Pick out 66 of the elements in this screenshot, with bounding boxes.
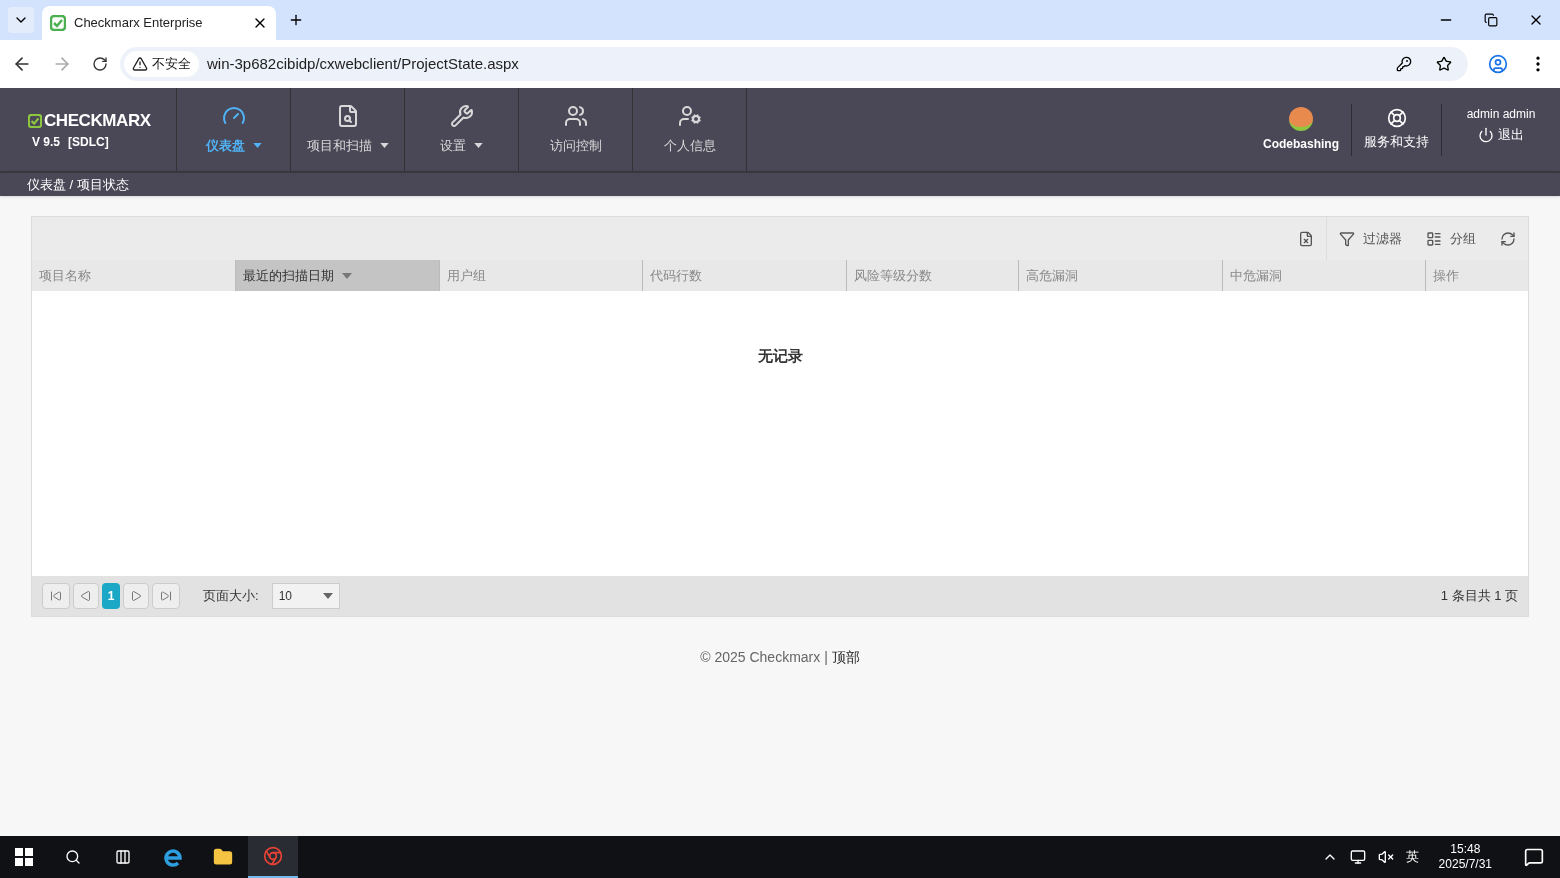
checkmark-favicon bbox=[50, 15, 66, 31]
tab-title: Checkmarx Enterprise bbox=[74, 14, 204, 33]
clock[interactable]: 15:48 2025/7/31 bbox=[1430, 842, 1500, 872]
sort-arrow-icon bbox=[342, 272, 352, 279]
logout-link[interactable]: 退出 bbox=[1478, 125, 1524, 145]
input-method-indicator[interactable]: 英 bbox=[1405, 847, 1419, 867]
page-size-label: 页面大小: bbox=[203, 587, 259, 606]
lifebuoy-icon bbox=[1386, 107, 1407, 128]
folder-icon bbox=[213, 847, 233, 867]
document-x-icon bbox=[1298, 230, 1314, 247]
browser-tab[interactable]: Checkmarx Enterprise bbox=[42, 6, 276, 40]
next-page-button[interactable] bbox=[123, 583, 149, 609]
new-tab-icon[interactable] bbox=[288, 12, 304, 28]
windows-logo-icon bbox=[15, 848, 33, 866]
refresh-icon bbox=[1500, 230, 1516, 247]
time-text: 15:48 bbox=[1450, 842, 1481, 857]
user-gear-icon bbox=[677, 103, 702, 128]
group-button[interactable]: 分组 bbox=[1414, 228, 1488, 249]
url-text: win-3p682cibidp/cxwebclient/ProjectState.aspx bbox=[207, 53, 520, 74]
previous-page-button[interactable] bbox=[73, 583, 99, 609]
address-bar[interactable]: 不安全 win-3p682cibidp/cxwebclient/ProjectState.aspx bbox=[120, 47, 1468, 81]
task-view-icon bbox=[115, 849, 131, 865]
reload-icon[interactable] bbox=[92, 56, 108, 72]
chrome-icon bbox=[263, 846, 283, 866]
power-icon bbox=[1478, 126, 1494, 143]
breadcrumb: 仪表盘 / 项目状态 bbox=[27, 175, 129, 194]
search-icon bbox=[65, 849, 81, 865]
caret-icon bbox=[322, 593, 333, 599]
star-icon[interactable] bbox=[1436, 56, 1452, 72]
page-size-dropdown[interactable]: 10 bbox=[271, 583, 340, 609]
notification-icon[interactable] bbox=[1524, 847, 1544, 867]
first-page-icon bbox=[50, 590, 62, 602]
muted-speaker-icon[interactable] bbox=[1377, 849, 1394, 865]
top-link[interactable]: 顶部 bbox=[831, 647, 860, 668]
column-header[interactable]: 最近的扫描日期 bbox=[235, 260, 439, 291]
users-icon bbox=[563, 103, 588, 128]
username: admin admin bbox=[1466, 106, 1536, 123]
version-text: V 9.5 bbox=[32, 134, 61, 152]
key-icon[interactable] bbox=[1396, 56, 1412, 72]
logo[interactable]: CHECKMARX bbox=[28, 107, 176, 134]
network-icon[interactable] bbox=[1349, 849, 1366, 865]
next-arrow-icon bbox=[130, 590, 142, 602]
filter-button[interactable]: 过滤器 bbox=[1327, 228, 1414, 249]
profile-icon[interactable] bbox=[1488, 54, 1508, 74]
wrench-icon bbox=[449, 103, 474, 128]
security-chip[interactable]: 不安全 bbox=[124, 51, 199, 77]
codebashing-link[interactable]: Codebashing bbox=[1251, 88, 1351, 171]
copyright-text: © 2025 Checkmarx | bbox=[700, 648, 828, 667]
last-page-button[interactable] bbox=[152, 583, 180, 609]
support-link[interactable]: 服务和支持 bbox=[1352, 88, 1441, 171]
logo-text: CHECKMARX bbox=[44, 109, 151, 132]
first-page-button[interactable] bbox=[42, 583, 70, 609]
character-avatar-icon bbox=[1289, 106, 1313, 131]
checkmark-logo-icon bbox=[28, 113, 42, 128]
chrome-taskbar-icon[interactable] bbox=[248, 836, 298, 878]
list-layout-icon bbox=[1426, 230, 1442, 247]
page-summary: 1 条目共 1 页 bbox=[1440, 587, 1518, 606]
warning-icon bbox=[132, 56, 148, 72]
empty-message: 无记录 bbox=[757, 346, 803, 366]
restore-icon[interactable] bbox=[1484, 13, 1498, 27]
last-page-icon bbox=[160, 590, 172, 602]
date-text: 2025/7/31 bbox=[1438, 857, 1492, 872]
edition-text: [SDLC] bbox=[68, 134, 109, 152]
tab-list-button[interactable] bbox=[8, 7, 34, 33]
filter-icon bbox=[1339, 230, 1355, 247]
previous-arrow-icon bbox=[80, 590, 92, 602]
